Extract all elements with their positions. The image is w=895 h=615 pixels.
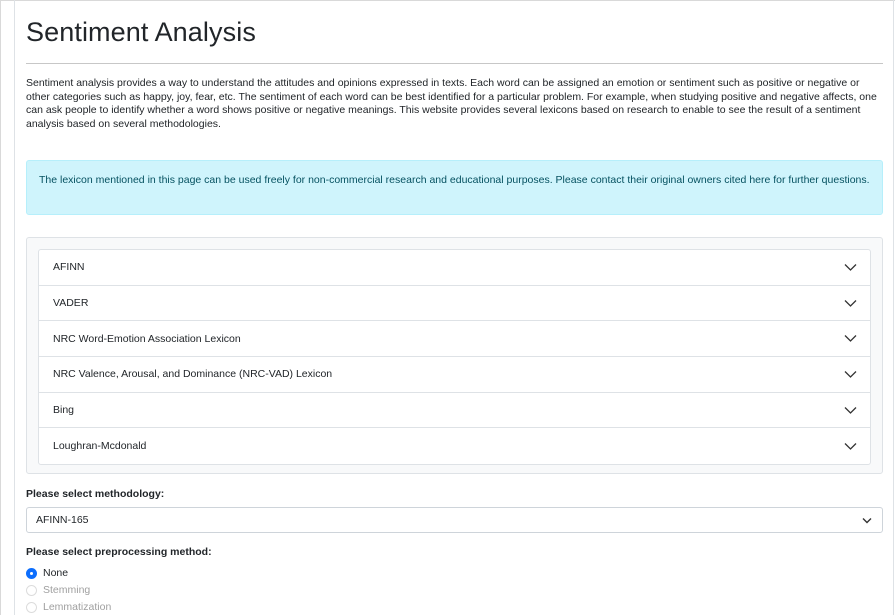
radio-label: Lemmatization <box>43 601 112 613</box>
info-alert: The lexicon mentioned in this page can b… <box>26 160 883 215</box>
chevron-down-icon <box>844 335 857 343</box>
main-container: Sentiment Analysis Sentiment analysis pr… <box>14 0 894 615</box>
accordion-item-label: Loughran-Mcdonald <box>53 440 147 453</box>
accordion-item-nrc-emotion[interactable]: NRC Word-Emotion Association Lexicon <box>39 321 870 358</box>
intro-paragraph: Sentiment analysis provides a way to und… <box>26 77 877 130</box>
radio-option-stemming[interactable]: Stemming <box>26 583 90 597</box>
page-title: Sentiment Analysis <box>26 17 256 47</box>
lexicon-panel: AFINN VADER NRC Word-Emotion Association… <box>26 237 883 474</box>
radio-button[interactable] <box>26 567 37 579</box>
radio-button[interactable] <box>26 601 37 613</box>
radio-button[interactable] <box>26 584 37 596</box>
lexicon-accordion: AFINN VADER NRC Word-Emotion Association… <box>38 249 871 466</box>
chevron-down-icon <box>844 299 857 307</box>
accordion-item-label: NRC Word-Emotion Association Lexicon <box>53 332 241 345</box>
info-alert-text: The lexicon mentioned in this page can b… <box>39 174 870 186</box>
chevron-down-icon <box>844 370 857 378</box>
accordion-item-label: AFINN <box>53 261 85 274</box>
chevron-down-icon <box>844 406 857 414</box>
methodology-selected-value: AFINN-165 <box>36 514 89 526</box>
title-divider <box>26 63 883 64</box>
accordion-item-loughran-mcdonald[interactable]: Loughran-Mcdonald <box>39 428 870 464</box>
accordion-item-label: Bing <box>53 404 75 417</box>
radio-label: None <box>43 567 69 579</box>
chevron-down-icon <box>862 517 872 523</box>
methodology-label: Please select methodology: <box>26 488 165 500</box>
accordion-item-bing[interactable]: Bing <box>39 393 870 429</box>
chevron-down-icon <box>844 263 857 271</box>
accordion-item-nrc-vad[interactable]: NRC Valence, Arousal, and Dominance (NRC… <box>39 357 870 393</box>
accordion-item-afinn[interactable]: AFINN <box>39 250 870 286</box>
accordion-item-label: NRC Valence, Arousal, and Dominance (NRC… <box>53 368 333 381</box>
chevron-down-icon <box>844 442 857 450</box>
preprocessing-label: Please select preprocessing method: <box>26 546 212 558</box>
methodology-select[interactable]: AFINN-165 <box>26 507 883 533</box>
radio-option-lemmatization[interactable]: Lemmatization <box>26 600 111 614</box>
radio-label: Stemming <box>43 584 91 596</box>
accordion-item-vader[interactable]: VADER <box>39 286 870 322</box>
accordion-item-label: VADER <box>53 297 89 310</box>
radio-option-none[interactable]: None <box>26 566 68 580</box>
